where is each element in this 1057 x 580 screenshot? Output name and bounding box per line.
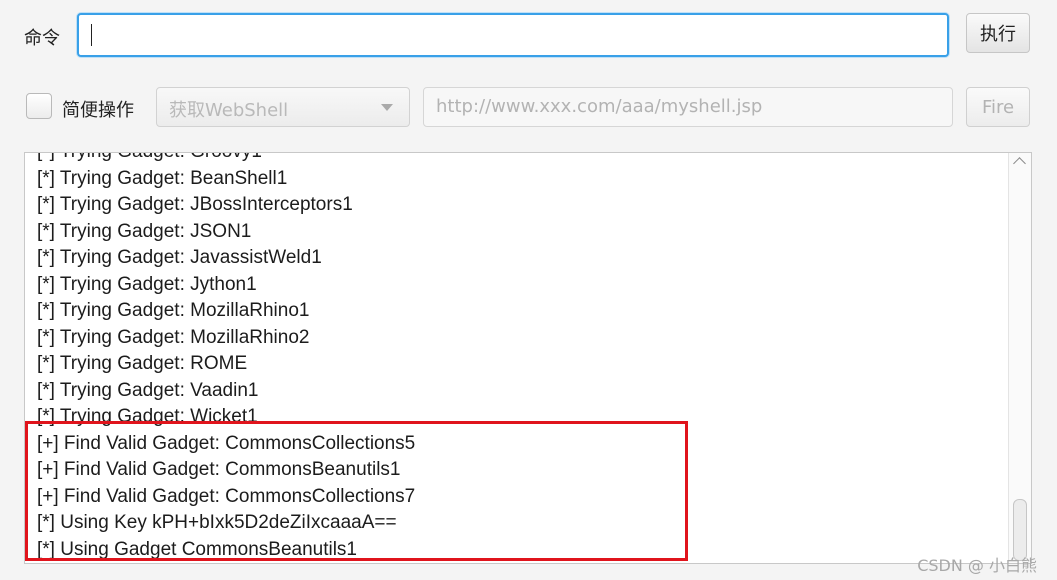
- log-line: [+] Find Valid Gadget: CommonsBeanutils1: [37, 459, 401, 480]
- text-caret: [91, 24, 92, 46]
- log-line: [*] Using Key kPH+bIxk5D2deZiIxcaaaA==: [37, 512, 397, 533]
- log-line: [*] Trying Gadget: MozillaRhino1: [37, 300, 310, 321]
- log-line: [*] Trying Gadget: JavassistWeld1: [37, 247, 322, 268]
- easy-mode-row: 简便操作 获取WebShell http://www.xxx.com/aaa/m…: [0, 84, 1057, 130]
- log-line: [*] Using Gadget CommonsBeanutils1: [37, 538, 357, 560]
- command-label: 命令: [24, 28, 60, 49]
- vertical-scrollbar[interactable]: [1008, 153, 1031, 563]
- easy-mode-label: 简便操作: [62, 100, 134, 121]
- log-line: [*] Trying Gadget: Groovy1: [37, 153, 415, 166]
- command-row: 命令 执行: [0, 0, 1057, 70]
- chevron-down-icon: [381, 104, 393, 111]
- action-select-value: 获取WebShell: [169, 100, 289, 121]
- output-log[interactable]: [*] Trying Gadget: Groovy1[*] Trying Gad…: [24, 152, 1032, 564]
- scroll-up-icon[interactable]: [1013, 157, 1026, 170]
- log-line: [*] Trying Gadget: Wicket1: [37, 406, 258, 427]
- shell-url-input[interactable]: http://www.xxx.com/aaa/myshell.jsp: [423, 87, 953, 127]
- action-select[interactable]: 获取WebShell: [156, 87, 410, 127]
- log-line: [+] Find Valid Gadget: CommonsCollection…: [37, 485, 416, 507]
- log-line: [+] Find Valid Gadget: CommonsCollection…: [37, 432, 416, 454]
- log-line: [*] Trying Gadget: ROME: [37, 353, 248, 374]
- log-line: [*] Trying Gadget: MozillaRhino2: [37, 326, 310, 348]
- execute-button[interactable]: 执行: [966, 13, 1030, 53]
- watermark: CSDN @ 小白熊: [917, 556, 1037, 575]
- output-lines: [*] Trying Gadget: Groovy1[*] Trying Gad…: [37, 153, 416, 563]
- fire-button[interactable]: Fire: [966, 87, 1030, 127]
- log-line: [*] Trying Gadget: JSON1: [37, 220, 252, 242]
- easy-mode-checkbox[interactable]: [26, 93, 52, 119]
- log-line: [*] Trying Gadget: BeanShell1: [37, 167, 288, 189]
- log-line: [*] Trying Gadget: Vaadin1: [37, 379, 259, 401]
- command-input[interactable]: [77, 13, 949, 57]
- shell-url-placeholder: http://www.xxx.com/aaa/myshell.jsp: [436, 96, 763, 117]
- log-line: [*] Trying Gadget: Jython1: [37, 273, 257, 295]
- log-line: [*] Trying Gadget: JBossInterceptors1: [37, 194, 353, 215]
